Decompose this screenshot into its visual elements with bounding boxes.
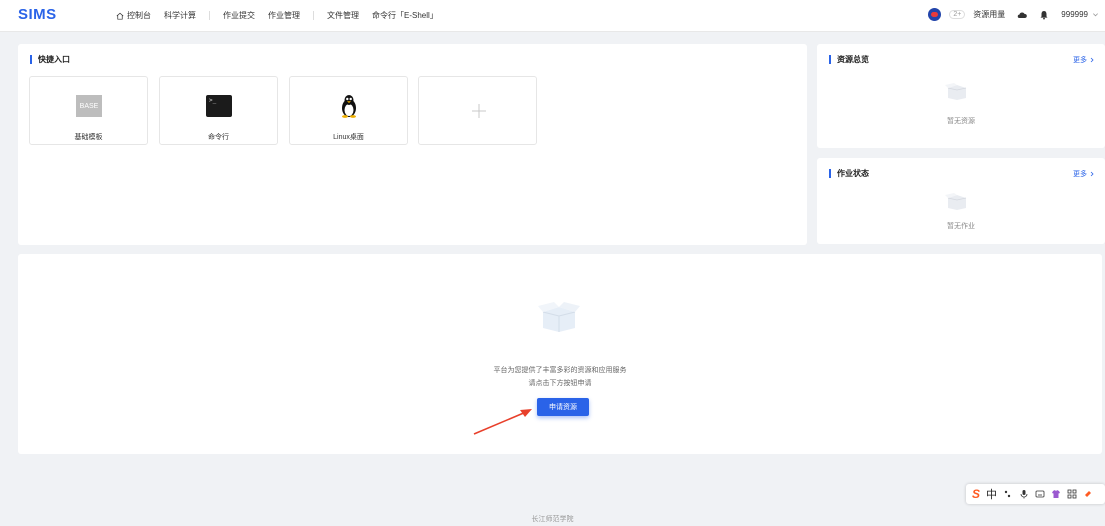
job-status-title: 作业状态 (829, 169, 869, 178)
apply-resource-panel (18, 254, 1102, 454)
main-nav: 控制台 科学计算 作业提交 作业管理 文件管理 命令行「E-Shell」 (116, 10, 451, 21)
nav-divider (313, 11, 314, 20)
linux-penguin-icon (342, 95, 356, 118)
red-arrow-annotation (473, 409, 532, 435)
punctuation-icon[interactable] (1003, 489, 1013, 499)
username[interactable]: 999999 (1061, 10, 1088, 19)
job-more-link[interactable]: 更多 (1073, 169, 1095, 179)
nav-divider (209, 11, 210, 20)
chevron-right-icon (1090, 57, 1094, 63)
footer-org: 长江师范学院 (531, 516, 574, 523)
terminal-icon: >_ (206, 95, 232, 117)
app-logo[interactable]: SIMS (18, 6, 57, 23)
main-hint: 请点击下方按钮申请 (528, 380, 592, 387)
quick-entry-panel: 快捷入口 BASE 基础模板 >_ 命令行 Linux桌面 (18, 44, 807, 245)
nav-job-submit[interactable]: 作业提交 (223, 10, 255, 21)
base-template-icon: BASE (76, 95, 102, 117)
chevron-right-icon (1090, 171, 1094, 177)
notification-badge[interactable]: 2+ (949, 10, 966, 19)
microphone-icon[interactable] (1019, 489, 1029, 499)
resource-more-link[interactable]: 更多 (1073, 55, 1095, 65)
main-description: 平台为您提供了丰富多彩的资源和应用服务 (493, 367, 627, 374)
nav-file-manage[interactable]: 文件管理 (327, 10, 359, 21)
resource-usage-link[interactable]: 资源用量 (973, 9, 1005, 20)
empty-box-icon (945, 193, 967, 210)
bell-icon[interactable] (1039, 10, 1049, 20)
nav-science[interactable]: 科学计算 (164, 10, 196, 21)
more-tools-icon[interactable] (1083, 489, 1093, 499)
top-bar: SIMS 控制台 科学计算 作业提交 作业管理 文件管理 命令行「E-Shell… (0, 0, 1105, 32)
grid-menu-icon[interactable] (1067, 489, 1077, 499)
ime-toolbar: S 中 (966, 484, 1105, 504)
card-label: Linux桌面 (333, 134, 364, 141)
apply-resource-button[interactable]: 申请资源 (537, 398, 589, 416)
chevron-down-icon[interactable] (1092, 11, 1099, 18)
card-label: 命令行 (208, 134, 229, 141)
empty-box-illustration (538, 302, 580, 332)
nav-job-manage[interactable]: 作业管理 (268, 10, 300, 21)
empty-box-icon (945, 83, 967, 100)
job-empty-text: 暂无作业 (947, 223, 975, 230)
skin-shirt-icon[interactable] (1051, 489, 1061, 499)
job-status-panel: 作业状态 更多 暂无作业 (817, 158, 1105, 244)
card-linux-desktop[interactable]: Linux桌面 (289, 76, 408, 145)
resource-overview-title: 资源总览 (829, 55, 869, 64)
plus-icon (472, 104, 486, 118)
mascot-icon[interactable] (928, 8, 942, 21)
keyboard-icon[interactable] (1035, 489, 1045, 499)
home-icon (116, 12, 124, 20)
nav-console[interactable]: 控制台 (116, 10, 151, 21)
card-command-line[interactable]: >_ 命令行 (159, 76, 278, 145)
quick-entry-title: 快捷入口 (30, 55, 70, 64)
resource-empty-text: 暂无资源 (947, 118, 975, 125)
card-label: 基础模板 (74, 134, 103, 141)
nav-console-label: 控制台 (127, 11, 151, 20)
ime-language-toggle[interactable]: 中 (986, 486, 997, 502)
cloud-icon[interactable] (1017, 10, 1028, 20)
top-right-tools: 2+ 资源用量 999999 (928, 8, 1105, 21)
resource-overview-panel: 资源总览 更多 暂无资源 (817, 44, 1105, 148)
card-base-template[interactable]: BASE 基础模板 (29, 76, 148, 145)
nav-shell[interactable]: 命令行「E-Shell」 (372, 10, 438, 21)
card-add-shortcut[interactable] (418, 76, 537, 145)
sogou-logo-icon[interactable]: S (972, 487, 980, 501)
